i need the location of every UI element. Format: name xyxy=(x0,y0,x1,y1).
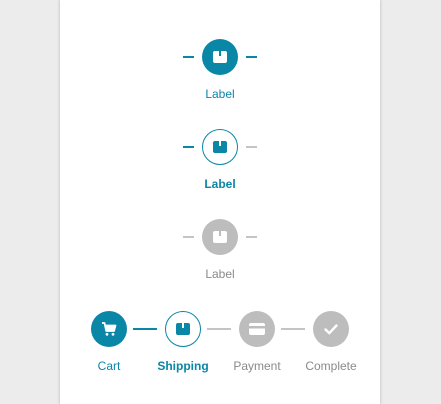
stepper-step-cart[interactable]: Cart xyxy=(79,311,139,372)
step-current[interactable]: Label xyxy=(190,129,250,190)
step-circle xyxy=(202,219,238,255)
stepper-step-payment: Payment xyxy=(227,311,287,372)
step-circle xyxy=(313,311,349,347)
step-active[interactable]: Label xyxy=(190,39,250,100)
step-circle xyxy=(165,311,201,347)
step-label: Payment xyxy=(233,359,281,373)
stepper-step-complete: Complete xyxy=(301,311,361,372)
step-label: Complete xyxy=(305,359,357,373)
step-label: Label xyxy=(205,267,235,281)
stepper-demo-card: Label Label Label Cart Shipping Payment … xyxy=(60,0,380,404)
cart-icon xyxy=(101,321,117,337)
step-disabled: Label xyxy=(190,219,250,280)
step-circle xyxy=(202,129,238,165)
check-icon xyxy=(323,321,339,337)
stepper-step-shipping[interactable]: Shipping xyxy=(153,311,213,372)
step-circle xyxy=(239,311,275,347)
box-icon xyxy=(175,321,191,337)
step-circle xyxy=(91,311,127,347)
box-icon xyxy=(212,229,228,245)
step-label: Label xyxy=(204,177,236,191)
step-label: Label xyxy=(205,87,235,101)
step-label: Cart xyxy=(97,359,121,373)
box-icon xyxy=(212,139,228,155)
step-circle xyxy=(202,39,238,75)
box-icon xyxy=(212,49,228,65)
credit-card-icon xyxy=(248,321,266,337)
step-label: Shipping xyxy=(157,359,209,373)
